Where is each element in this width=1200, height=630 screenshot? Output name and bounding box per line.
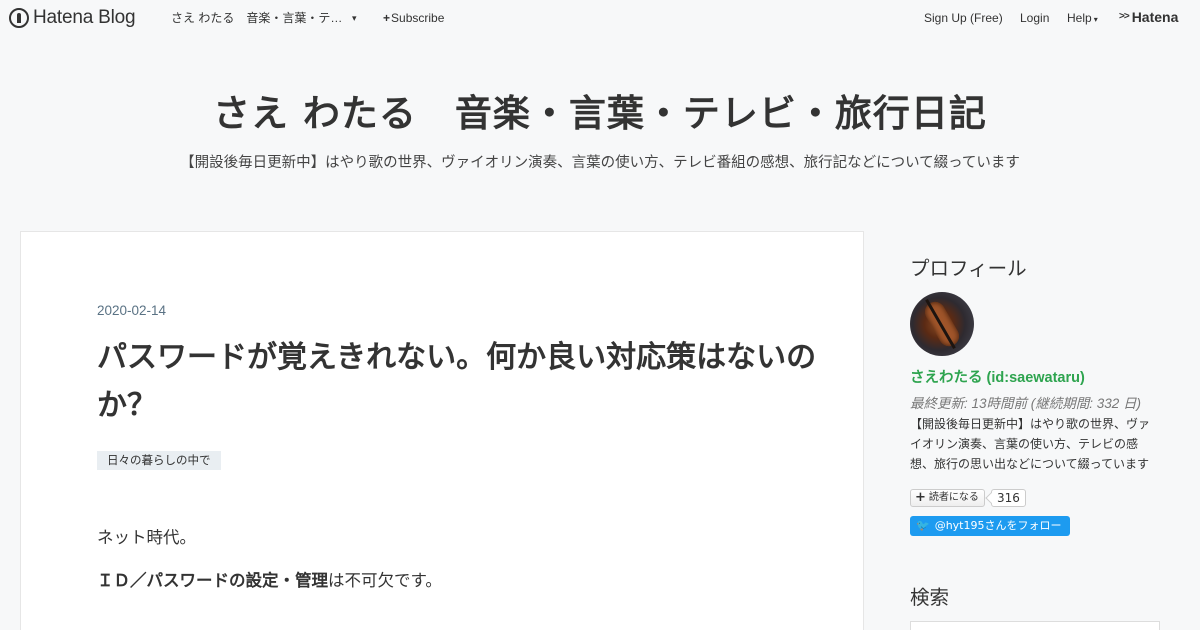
subscribe-reader-button[interactable]: + 読者になる xyxy=(910,489,985,507)
profile-name-link[interactable]: さえわたる (id:saewataru) xyxy=(910,366,1085,387)
twitter-follow-button[interactable]: 🐦 @hyt195さんをフォロー xyxy=(910,516,1070,536)
blog-description: 【開設後毎日更新中】はやり歌の世界、ヴァイオリン演奏、言葉の使い方、テレビ番組の… xyxy=(180,155,1020,171)
chevron-down-icon[interactable]: ▾ xyxy=(352,11,357,25)
help-label: Help xyxy=(1067,11,1092,25)
reader-label: 読者になる xyxy=(928,492,979,503)
article: 2020-02-14 パスワードが覚えきれない。何か良い対応策はないのか？ 日々… xyxy=(20,231,864,630)
search-heading: 検索 xyxy=(910,586,950,609)
plus-icon: + xyxy=(383,11,391,25)
post-date[interactable]: 2020-02-14 xyxy=(97,303,166,318)
brand-name: Hatena Blog xyxy=(33,7,136,28)
global-header: Hatena Blog さえ わたる 音楽・言葉・テ… ▾ +Subscribe… xyxy=(0,0,1200,36)
body-paragraph: ＩＤ／パスワードの設定・管理は不可欠です。 xyxy=(97,569,442,593)
reader-count-badge: 316 xyxy=(991,489,1026,507)
signup-link[interactable]: Sign Up (Free) xyxy=(924,11,1003,25)
profile-heading: プロフィール xyxy=(910,257,1027,280)
hatena-bird-icon: >> xyxy=(1119,11,1130,22)
profile-last-updated: 最終更新: 13時間前 (継続期間: 332 日) xyxy=(910,396,1142,411)
subscribe-button[interactable]: +Subscribe xyxy=(383,11,444,25)
body-text: は不可欠です。 xyxy=(328,571,442,590)
twitter-bird-icon: 🐦 xyxy=(916,519,930,532)
plus-icon: + xyxy=(915,490,926,505)
blog-name-link[interactable]: さえ わたる 音楽・言葉・テ… xyxy=(171,11,342,25)
help-menu[interactable]: Help ▾ xyxy=(1067,11,1098,27)
subscribe-label: Subscribe xyxy=(391,11,445,25)
avatar[interactable] xyxy=(910,292,974,356)
body-paragraph: ネット時代。 xyxy=(97,528,196,547)
hatena-label: Hatena xyxy=(1131,9,1179,25)
hatena-blog-pen-icon xyxy=(9,8,29,28)
profile-description: 【開設後毎日更新中】はやり歌の世界、ヴァイオリン演奏、言葉の使い方、テレビの感想… xyxy=(910,417,1151,471)
hatena-logo[interactable]: >> Hatena xyxy=(1119,10,1178,24)
help-caret-icon: ▾ xyxy=(1093,15,1098,24)
hatena-blog-logo[interactable]: Hatena Blog xyxy=(9,7,136,29)
search-input[interactable] xyxy=(910,621,1160,630)
post-title[interactable]: パスワードが覚えきれない。何か良い対応策はないのか？ xyxy=(97,334,817,430)
blog-title[interactable]: さえ わたる 音楽・言葉・テレビ・旅行日記 xyxy=(0,90,1200,138)
post-category-tag[interactable]: 日々の暮らしの中で xyxy=(97,451,221,470)
bold-text: ＩＤ／パスワードの設定・管理 xyxy=(97,571,328,590)
login-link[interactable]: Login xyxy=(1020,11,1049,25)
twitter-follow-label: @hyt195さんをフォロー xyxy=(934,519,1062,532)
